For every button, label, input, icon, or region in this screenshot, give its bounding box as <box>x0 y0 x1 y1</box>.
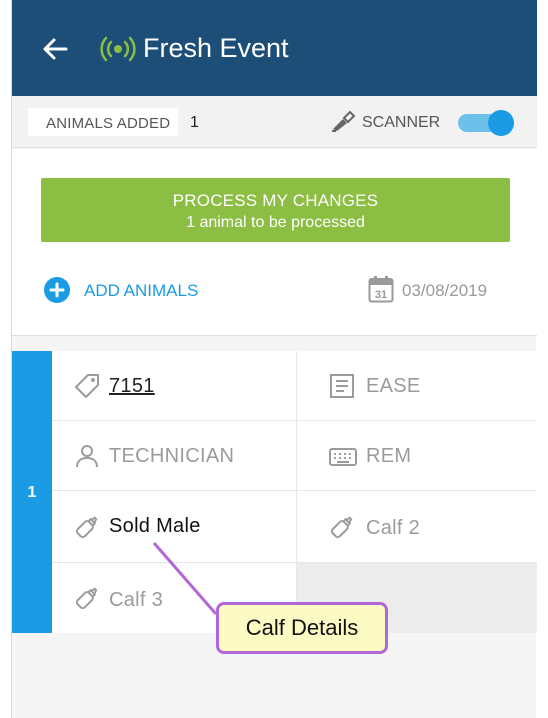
calf-details-callout: Calf Details <box>216 602 388 654</box>
animals-added-label: ANIMALS ADDED <box>46 115 171 132</box>
callout-label: Calf Details <box>245 615 359 640</box>
process-subtitle: 1 animal to be processed <box>186 214 365 231</box>
calendar-day: 31 <box>375 289 387 301</box>
row-index-bar: 1 <box>12 351 52 633</box>
technician-cell[interactable]: TECHNICIAN <box>52 421 297 491</box>
animals-added-count: 1 <box>190 114 199 131</box>
tag-cell[interactable]: 7151 <box>52 351 297 421</box>
tag-value[interactable]: 7151 <box>109 375 155 398</box>
broadcast-icon <box>100 36 136 62</box>
ease-label: EASE <box>366 375 421 397</box>
animal-row: 1 7151 EASE TECHNICIAN REM Sold Male Cal… <box>12 351 537 633</box>
status-bar: ANIMALS ADDED 1 SCANNER <box>12 96 537 148</box>
calf1-cell[interactable]: Sold Male <box>52 491 297 563</box>
calendar-icon: 31 <box>368 276 394 303</box>
keyboard-icon <box>329 448 357 466</box>
process-title: PROCESS MY CHANGES <box>172 191 379 210</box>
process-changes-button[interactable]: PROCESS MY CHANGES 1 animal to be proces… <box>41 178 510 242</box>
tag-icon <box>75 374 99 398</box>
add-animals-button[interactable]: ADD ANIMALS <box>43 275 218 305</box>
baby-bottle-icon <box>75 516 98 539</box>
rem-label: REM <box>366 445 412 467</box>
page-title: Fresh Event <box>143 33 289 63</box>
scanner-label: SCANNER <box>362 114 441 131</box>
back-button[interactable] <box>38 32 72 66</box>
plus-circle-icon <box>44 277 70 303</box>
calf2-label: Calf 2 <box>366 517 421 539</box>
calf3-label: Calf 3 <box>109 589 164 611</box>
date-value: 03/08/2019 <box>402 281 488 300</box>
rem-cell[interactable]: REM <box>297 421 537 491</box>
scanner-icon <box>332 110 356 132</box>
toggle-knob <box>488 110 514 136</box>
calf1-value: Sold Male <box>109 515 201 537</box>
ease-cell[interactable]: EASE <box>297 351 537 421</box>
actions-panel: PROCESS MY CHANGES 1 animal to be proces… <box>12 149 537 336</box>
arrow-left-icon <box>43 38 68 60</box>
row-index-number: 1 <box>27 484 37 501</box>
technician-label: TECHNICIAN <box>109 445 235 467</box>
add-animals-label: ADD ANIMALS <box>84 281 199 300</box>
baby-bottle-icon <box>75 587 98 610</box>
scanner-toggle[interactable] <box>458 110 514 136</box>
baby-bottle-icon <box>330 516 353 539</box>
top-app-bar: Fresh Event <box>12 0 537 96</box>
person-icon <box>76 445 98 468</box>
event-date[interactable]: 31 03/08/2019 <box>368 275 528 305</box>
document-icon <box>330 374 354 398</box>
calf2-cell[interactable]: Calf 2 <box>297 491 537 563</box>
